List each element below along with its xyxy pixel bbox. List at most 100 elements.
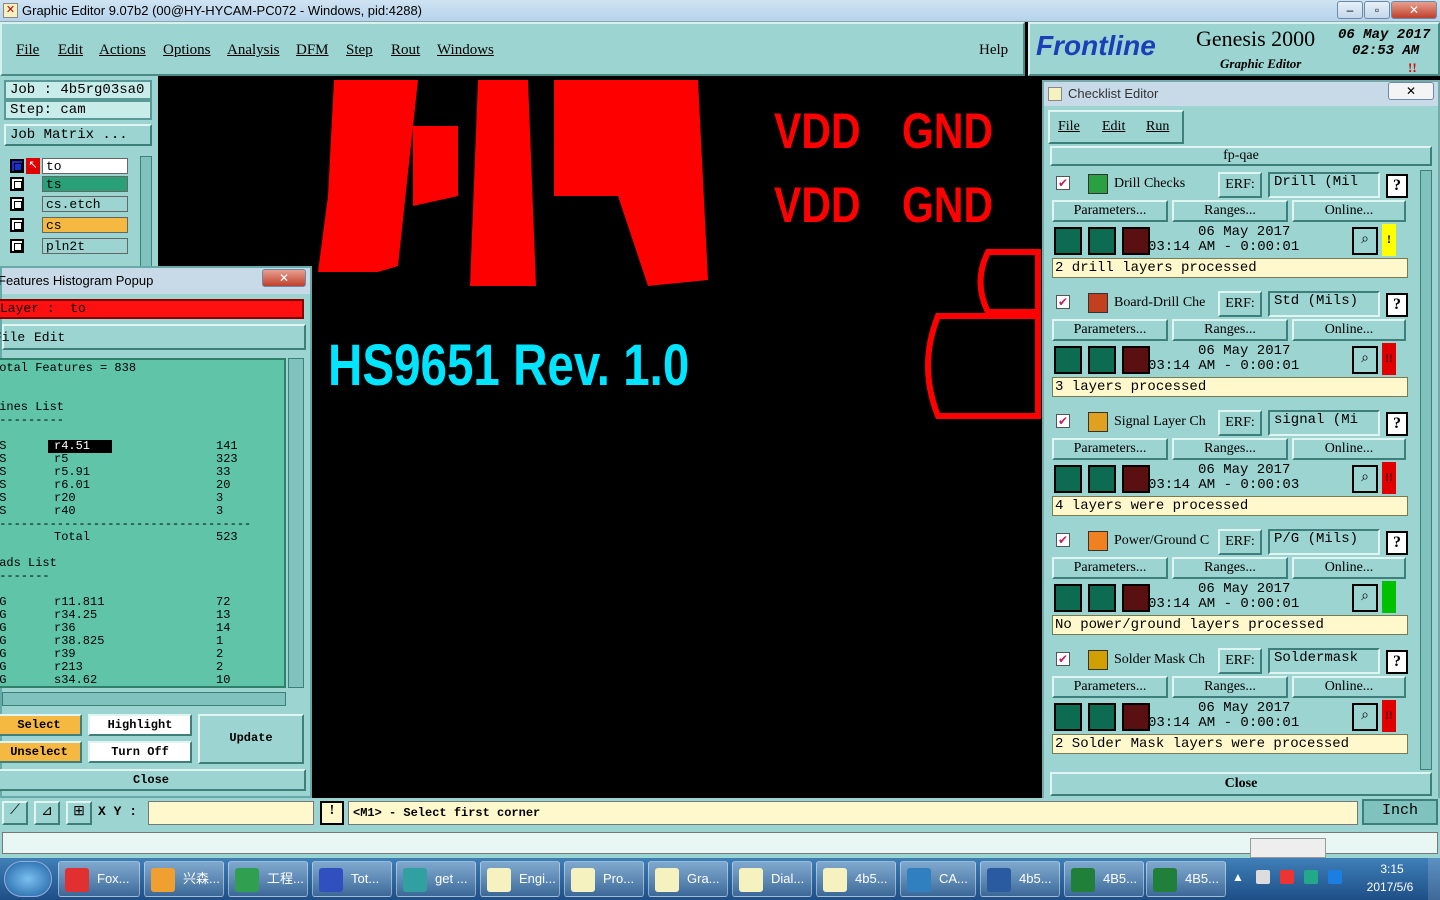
menu-dfm[interactable]: DFM [296,42,329,59]
layer-row-to[interactable]: ↖ to [10,158,128,174]
menu-step[interactable]: Step [346,42,373,59]
help-icon[interactable]: ? [1386,531,1408,555]
run-stop-icon[interactable] [1122,346,1150,374]
parameters-button[interactable]: Parameters... [1052,319,1168,341]
erf-value[interactable]: signal (Mi [1268,410,1380,436]
tray-app-icon[interactable] [1328,870,1342,884]
histogram-close-icon[interactable]: ✕ [262,269,306,287]
checklist-close-icon[interactable]: ✕ [1388,82,1434,100]
measure-icon[interactable]: ⊿ [34,801,60,825]
run-stop-icon[interactable] [1122,703,1150,731]
erf-value[interactable]: Soldermask [1268,648,1380,674]
run-check-icon[interactable] [1054,703,1082,731]
run-check-icon[interactable] [1054,227,1082,255]
erf-value[interactable]: Drill (Mil [1268,172,1380,198]
run-report-icon[interactable] [1088,465,1116,493]
erf-button[interactable]: ERF: [1218,648,1262,674]
help-icon[interactable]: ? [1386,412,1408,436]
zoom-results-icon[interactable]: ⌕ [1352,227,1378,255]
zoom-results-icon[interactable]: ⌕ [1352,584,1378,612]
layer-list-scrollbar[interactable] [140,156,152,270]
run-report-icon[interactable] [1088,346,1116,374]
menu-rout[interactable]: Rout [391,42,420,59]
run-report-icon[interactable] [1088,703,1116,731]
checklist-menu-run[interactable]: Run [1146,119,1169,135]
zoom-results-icon[interactable]: ⌕ [1352,703,1378,731]
menu-options[interactable]: Options [163,42,211,59]
taskbar-item[interactable]: 兴森... [144,861,224,897]
taskbar-item[interactable]: 工程... [228,861,308,897]
online-button[interactable]: Online... [1292,319,1406,341]
clock-time[interactable]: 3:15 [1372,862,1412,876]
taskbar-item[interactable]: Engi... [480,861,560,897]
menu-edit[interactable]: Edit [58,42,83,59]
show-desktop-button[interactable] [1428,858,1440,900]
layer-checkbox[interactable] [10,239,24,253]
parameters-button[interactable]: Parameters... [1052,676,1168,698]
grid-icon[interactable]: ⊞ [66,801,92,825]
online-button[interactable]: Online... [1292,557,1406,579]
status-input[interactable] [2,832,1438,854]
taskbar-item[interactable]: 4B5... [1146,861,1226,897]
snap-icon[interactable]: ⟋ [2,801,28,825]
run-check-icon[interactable] [1054,346,1082,374]
erf-button[interactable]: ERF: [1218,291,1262,317]
minimize-button[interactable]: – [1337,1,1363,19]
histogram-close-button[interactable]: Close [0,769,306,791]
tray-input-icons[interactable] [1250,838,1326,858]
item-enabled-checkbox[interactable]: ✔ [1056,652,1070,666]
layer-row-cs-etch[interactable]: cs.etch [10,196,128,212]
layer-row-ts[interactable]: ts [10,176,128,192]
online-button[interactable]: Online... [1292,438,1406,460]
layer-checkbox[interactable] [10,218,24,232]
item-enabled-checkbox[interactable]: ✔ [1056,533,1070,547]
erf-button[interactable]: ERF: [1218,172,1262,198]
unselect-button[interactable]: Unselect [0,741,82,763]
zoom-results-icon[interactable]: ⌕ [1352,465,1378,493]
taskbar-item[interactable]: CA... [900,861,976,897]
layer-row-pln2t[interactable]: pln2t [10,238,128,254]
help-icon[interactable]: ? [1386,174,1408,198]
run-stop-icon[interactable] [1122,465,1150,493]
taskbar-item[interactable]: Gra... [648,861,728,897]
run-stop-icon[interactable] [1122,584,1150,612]
menu-actions[interactable]: Actions [99,42,146,59]
ranges-button[interactable]: Ranges... [1172,438,1288,460]
menu-help[interactable]: Help [979,42,1008,59]
run-report-icon[interactable] [1088,584,1116,612]
checklist-menu-file[interactable]: File [1058,119,1080,135]
turn-off-button[interactable]: Turn Off [88,741,192,763]
check-name[interactable]: Drill Checks [1114,176,1224,192]
parameters-button[interactable]: Parameters... [1052,557,1168,579]
start-button[interactable] [4,861,52,897]
select-button[interactable]: Select [0,714,82,736]
units-field[interactable]: Inch [1362,799,1438,825]
layer-row-cs[interactable]: cs [10,217,128,233]
erf-button[interactable]: ERF: [1218,529,1262,555]
xy-input[interactable] [148,801,314,825]
taskbar-item[interactable]: Tot... [312,861,392,897]
run-check-icon[interactable] [1054,584,1082,612]
taskbar-item[interactable]: 4B5... [1064,861,1144,897]
histogram-vscrollbar[interactable] [288,358,304,688]
checklist-menu-edit[interactable]: Edit [1102,119,1125,135]
clock-date[interactable]: 2017/5/6 [1358,880,1422,894]
ranges-button[interactable]: Ranges... [1172,200,1288,222]
ranges-button[interactable]: Ranges... [1172,557,1288,579]
ranges-button[interactable]: Ranges... [1172,676,1288,698]
run-stop-icon[interactable] [1122,227,1150,255]
taskbar-item[interactable]: Fox... [58,861,140,897]
menu-analysis[interactable]: Analysis [227,42,280,59]
histogram-menu-edit[interactable]: Edit [34,330,65,345]
erf-value[interactable]: Std (Mils) [1268,291,1380,317]
help-icon[interactable]: ? [1386,650,1408,674]
tray-flag-icon[interactable] [1280,870,1294,884]
check-name[interactable]: Signal Layer Ch [1114,414,1224,430]
check-name[interactable]: Board-Drill Che [1114,295,1224,311]
check-name[interactable]: Power/Ground C [1114,533,1224,549]
menu-file[interactable]: File [16,42,39,59]
run-check-icon[interactable] [1054,465,1082,493]
check-name[interactable]: Solder Mask Ch [1114,652,1224,668]
maximize-button[interactable]: ▫ [1364,1,1390,19]
item-enabled-checkbox[interactable]: ✔ [1056,414,1070,428]
